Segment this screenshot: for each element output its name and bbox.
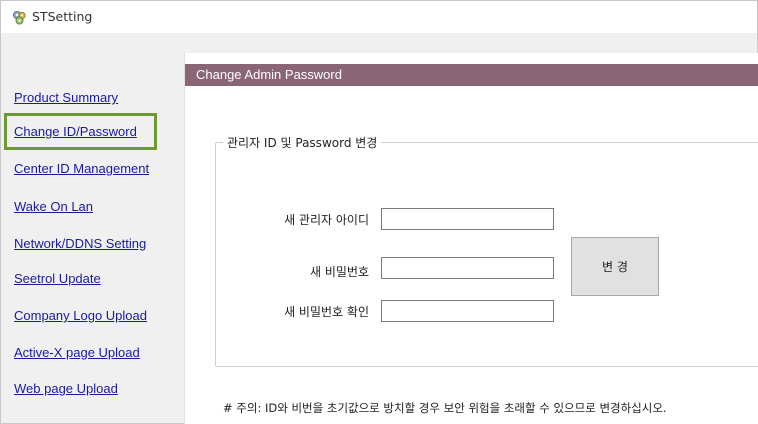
selected-item-highlight [4, 113, 157, 150]
app-window: STSetting Product Summary Change ID/Pass… [0, 0, 758, 424]
sidebar-item-seetrol-update[interactable]: Seetrol Update [14, 271, 101, 286]
group-title: 관리자 ID 및 Password 변경 [223, 134, 382, 151]
main-panel: Change Admin Password 관리자 ID 및 Password … [184, 53, 758, 424]
new-admin-id-label: 새 관리자 아이디 [284, 213, 369, 227]
sidebar-item-wake-on-lan[interactable]: Wake On Lan [14, 199, 93, 214]
confirm-password-input[interactable] [381, 300, 554, 322]
sidebar-item-product-summary[interactable]: Product Summary [14, 90, 118, 105]
window-title: STSetting [32, 9, 93, 24]
new-password-label: 새 비밀번호 [309, 265, 369, 279]
sidebar-item-company-logo-upload[interactable]: Company Logo Upload [14, 308, 147, 323]
title-bar: STSetting [1, 1, 757, 33]
confirm-password-label: 새 비밀번호 확인 [284, 305, 369, 319]
sidebar-item-network-ddns-setting[interactable]: Network/DDNS Setting [14, 236, 146, 251]
sidebar-item-web-page-upload[interactable]: Web page Upload [14, 381, 118, 396]
section-header: Change Admin Password [185, 64, 758, 86]
new-admin-id-input[interactable] [381, 208, 554, 230]
change-button[interactable]: 변 경 [571, 237, 659, 296]
new-password-input[interactable] [381, 257, 554, 279]
password-change-group: 관리자 ID 및 Password 변경 새 관리자 아이디 새 비밀번호 새 … [215, 134, 758, 367]
app-gear-icon [12, 10, 27, 25]
sidebar-item-activex-page-upload[interactable]: Active-X page Upload [14, 345, 140, 360]
sidebar-item-center-id-management[interactable]: Center ID Management [14, 161, 149, 176]
warning-notice: # 주의: ID와 비번을 초기값으로 방치할 경우 보안 위험을 초래할 수 … [223, 401, 667, 415]
